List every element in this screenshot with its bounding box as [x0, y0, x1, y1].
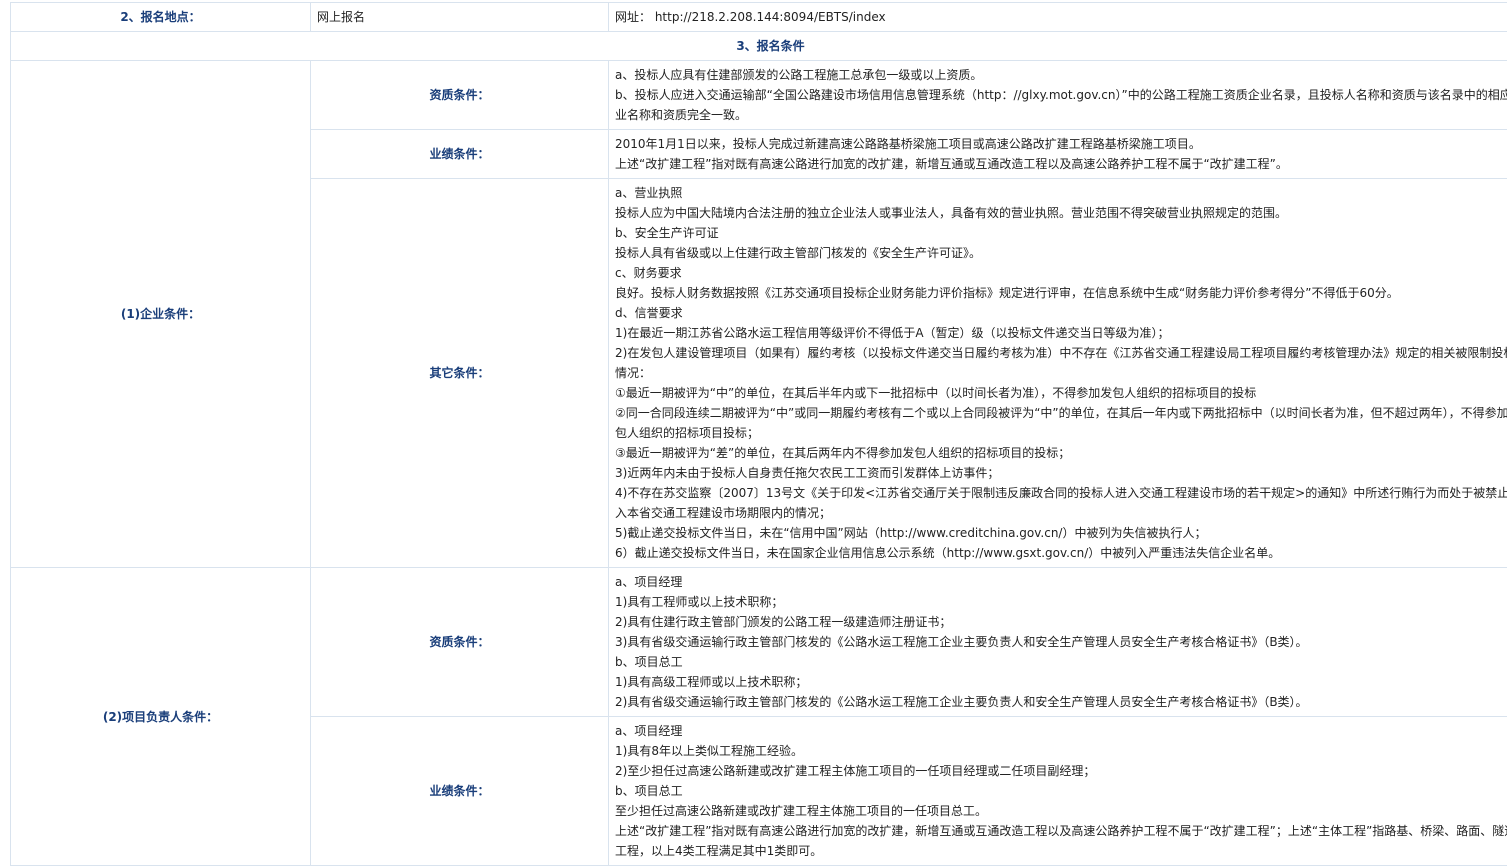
text-line: 5)截止递交投标文件当日，未在“信用中国”网站（http://www.credi… [615, 526, 1207, 540]
text-line: 投标人应为中国大陆境内合法注册的独立企业法人或事业法人，具备有效的营业执照。营业… [615, 206, 1288, 220]
text-line: 2)在发包人建设管理项目（如果有）履约考核（以投标文件递交当日履约考核为准）中不… [615, 346, 1507, 380]
text-line: 至少担任过高速公路新建或改扩建工程主体施工项目的一任项目总工。 [615, 804, 988, 818]
text-line: 6）截止递交投标文件当日，未在国家企业信用信息公示系统（http://www.g… [615, 546, 1281, 560]
text-line: 1)具有工程师或以上技术职称； [615, 595, 784, 609]
text-line: 2)具有省级交通运输行政主管部门核发的《公路水运工程施工企业主要负责人和安全生产… [615, 695, 1308, 709]
text-line: b、投标人应进入交通运输部“全国公路建设市场信用信息管理系统（http：//gl… [615, 88, 1507, 122]
enterprise-other-label: 其它条件： [310, 178, 609, 568]
enterprise-conditions-label: (1)企业条件： [10, 60, 311, 568]
text-line: 2)具有住建行政主管部门颁发的公路工程一级建造师注册证书； [615, 615, 952, 629]
registration-location-label: 2、报名地点： [10, 2, 311, 32]
text-line: b、项目总工 [615, 655, 683, 669]
enterprise-performance-content: 2010年1月1日以来，投标人完成过新建高速公路路基桥梁施工项目或高速公路改扩建… [608, 129, 1507, 179]
row-registration-location: 2、报名地点： 网上报名 网址： http://218.2.208.144:80… [10, 2, 1507, 32]
row-section-title: 3、报名条件 [10, 31, 1507, 61]
text-line: 3)具有省级交通运输行政主管部门核发的《公路水运工程施工企业主要负责人和安全生产… [615, 635, 1308, 649]
text-line: 1)具有高级工程师或以上技术职称； [615, 675, 808, 689]
text-line: 上述“改扩建工程”指对既有高速公路进行加宽的改扩建，新增互通或互通改造工程以及高… [615, 824, 1507, 858]
text-line: 3)近两年内未由于投标人自身责任拖欠农民工工资而引发群体上访事件； [615, 466, 1000, 480]
text-line: 2)至少担任过高速公路新建或改扩建工程主体施工项目的一任项目经理或二任项目副经理… [615, 764, 1096, 778]
enterprise-other-content: a、营业执照 投标人应为中国大陆境内合法注册的独立企业法人或事业法人，具备有效的… [608, 178, 1507, 568]
text-line: 投标人具有省级或以上住建行政主管部门核发的《安全生产许可证》。 [615, 246, 982, 260]
text-line: d、信誉要求 [615, 306, 683, 320]
registration-url: 网址： http://218.2.208.144:8094/EBTS/index [608, 2, 1507, 32]
personnel-qualification-content: a、项目经理 1)具有工程师或以上技术职称； 2)具有住建行政主管部门颁发的公路… [608, 567, 1507, 717]
personnel-performance-label: 业绩条件： [310, 716, 609, 866]
personnel-conditions-label: (2)项目负责人条件： [10, 567, 311, 866]
row-personnel-qualification: (2)项目负责人条件： 资质条件： a、项目经理 1)具有工程师或以上技术职称；… [10, 567, 1507, 866]
row-enterprise-qualification: (1)企业条件： 资质条件： a、投标人应具有住建部颁发的公路工程施工总承包一级… [10, 60, 1507, 568]
personnel-performance-content: a、项目经理 1)具有8年以上类似工程施工经验。 2)至少担任过高速公路新建或改… [608, 716, 1507, 866]
text-line: 1)在最近一期江苏省公路水运工程信用等级评价不得低于A（暂定）级（以投标文件递交… [615, 326, 1170, 340]
text-line: b、项目总工 [615, 784, 683, 798]
section-title: 3、报名条件 [10, 31, 1507, 61]
tender-conditions-table: 2、报名地点： 网上报名 网址： http://218.2.208.144:80… [10, 2, 1507, 866]
text-line: 上述“改扩建工程”指对既有高速公路进行加宽的改扩建，新增互通或互通改造工程以及高… [615, 157, 1288, 171]
text-line: 2010年1月1日以来，投标人完成过新建高速公路路基桥梁施工项目或高速公路改扩建… [615, 137, 1201, 151]
text-line: b、安全生产许可证 [615, 226, 719, 240]
text-line: 1)具有8年以上类似工程施工经验。 [615, 744, 803, 758]
personnel-qualification-label: 资质条件： [310, 567, 609, 717]
enterprise-qualification-content: a、投标人应具有住建部颁发的公路工程施工总承包一级或以上资质。 b、投标人应进入… [608, 60, 1507, 130]
enterprise-qualification-label: 资质条件： [310, 60, 609, 130]
text-line: a、项目经理 [615, 724, 683, 738]
text-line: a、营业执照 [615, 186, 683, 200]
text-line: 良好。投标人财务数据按照《江苏交通项目投标企业财务能力评价指标》规定进行评审，在… [615, 286, 1399, 300]
text-line: ②同一合同段连续二期被评为“中”或同一期履约考核有二个或以上合同段被评为“中”的… [615, 406, 1507, 440]
text-line: 4)不存在苏交监察〔2007〕13号文《关于印发<江苏省交通厅关于限制违反廉政合… [615, 486, 1507, 520]
text-line: ③最近一期被评为“差”的单位，在其后两年内不得参加发包人组织的招标项目的投标； [615, 446, 1071, 460]
registration-method: 网上报名 [310, 2, 609, 32]
text-line: a、项目经理 [615, 575, 683, 589]
enterprise-performance-label: 业绩条件： [310, 129, 609, 179]
text-line: c、财务要求 [615, 266, 682, 280]
text-line: ①最近一期被评为“中”的单位，在其后半年内或下一批招标中（以时间长者为准），不得… [615, 386, 1257, 400]
text-line: a、投标人应具有住建部颁发的公路工程施工总承包一级或以上资质。 [615, 68, 983, 82]
